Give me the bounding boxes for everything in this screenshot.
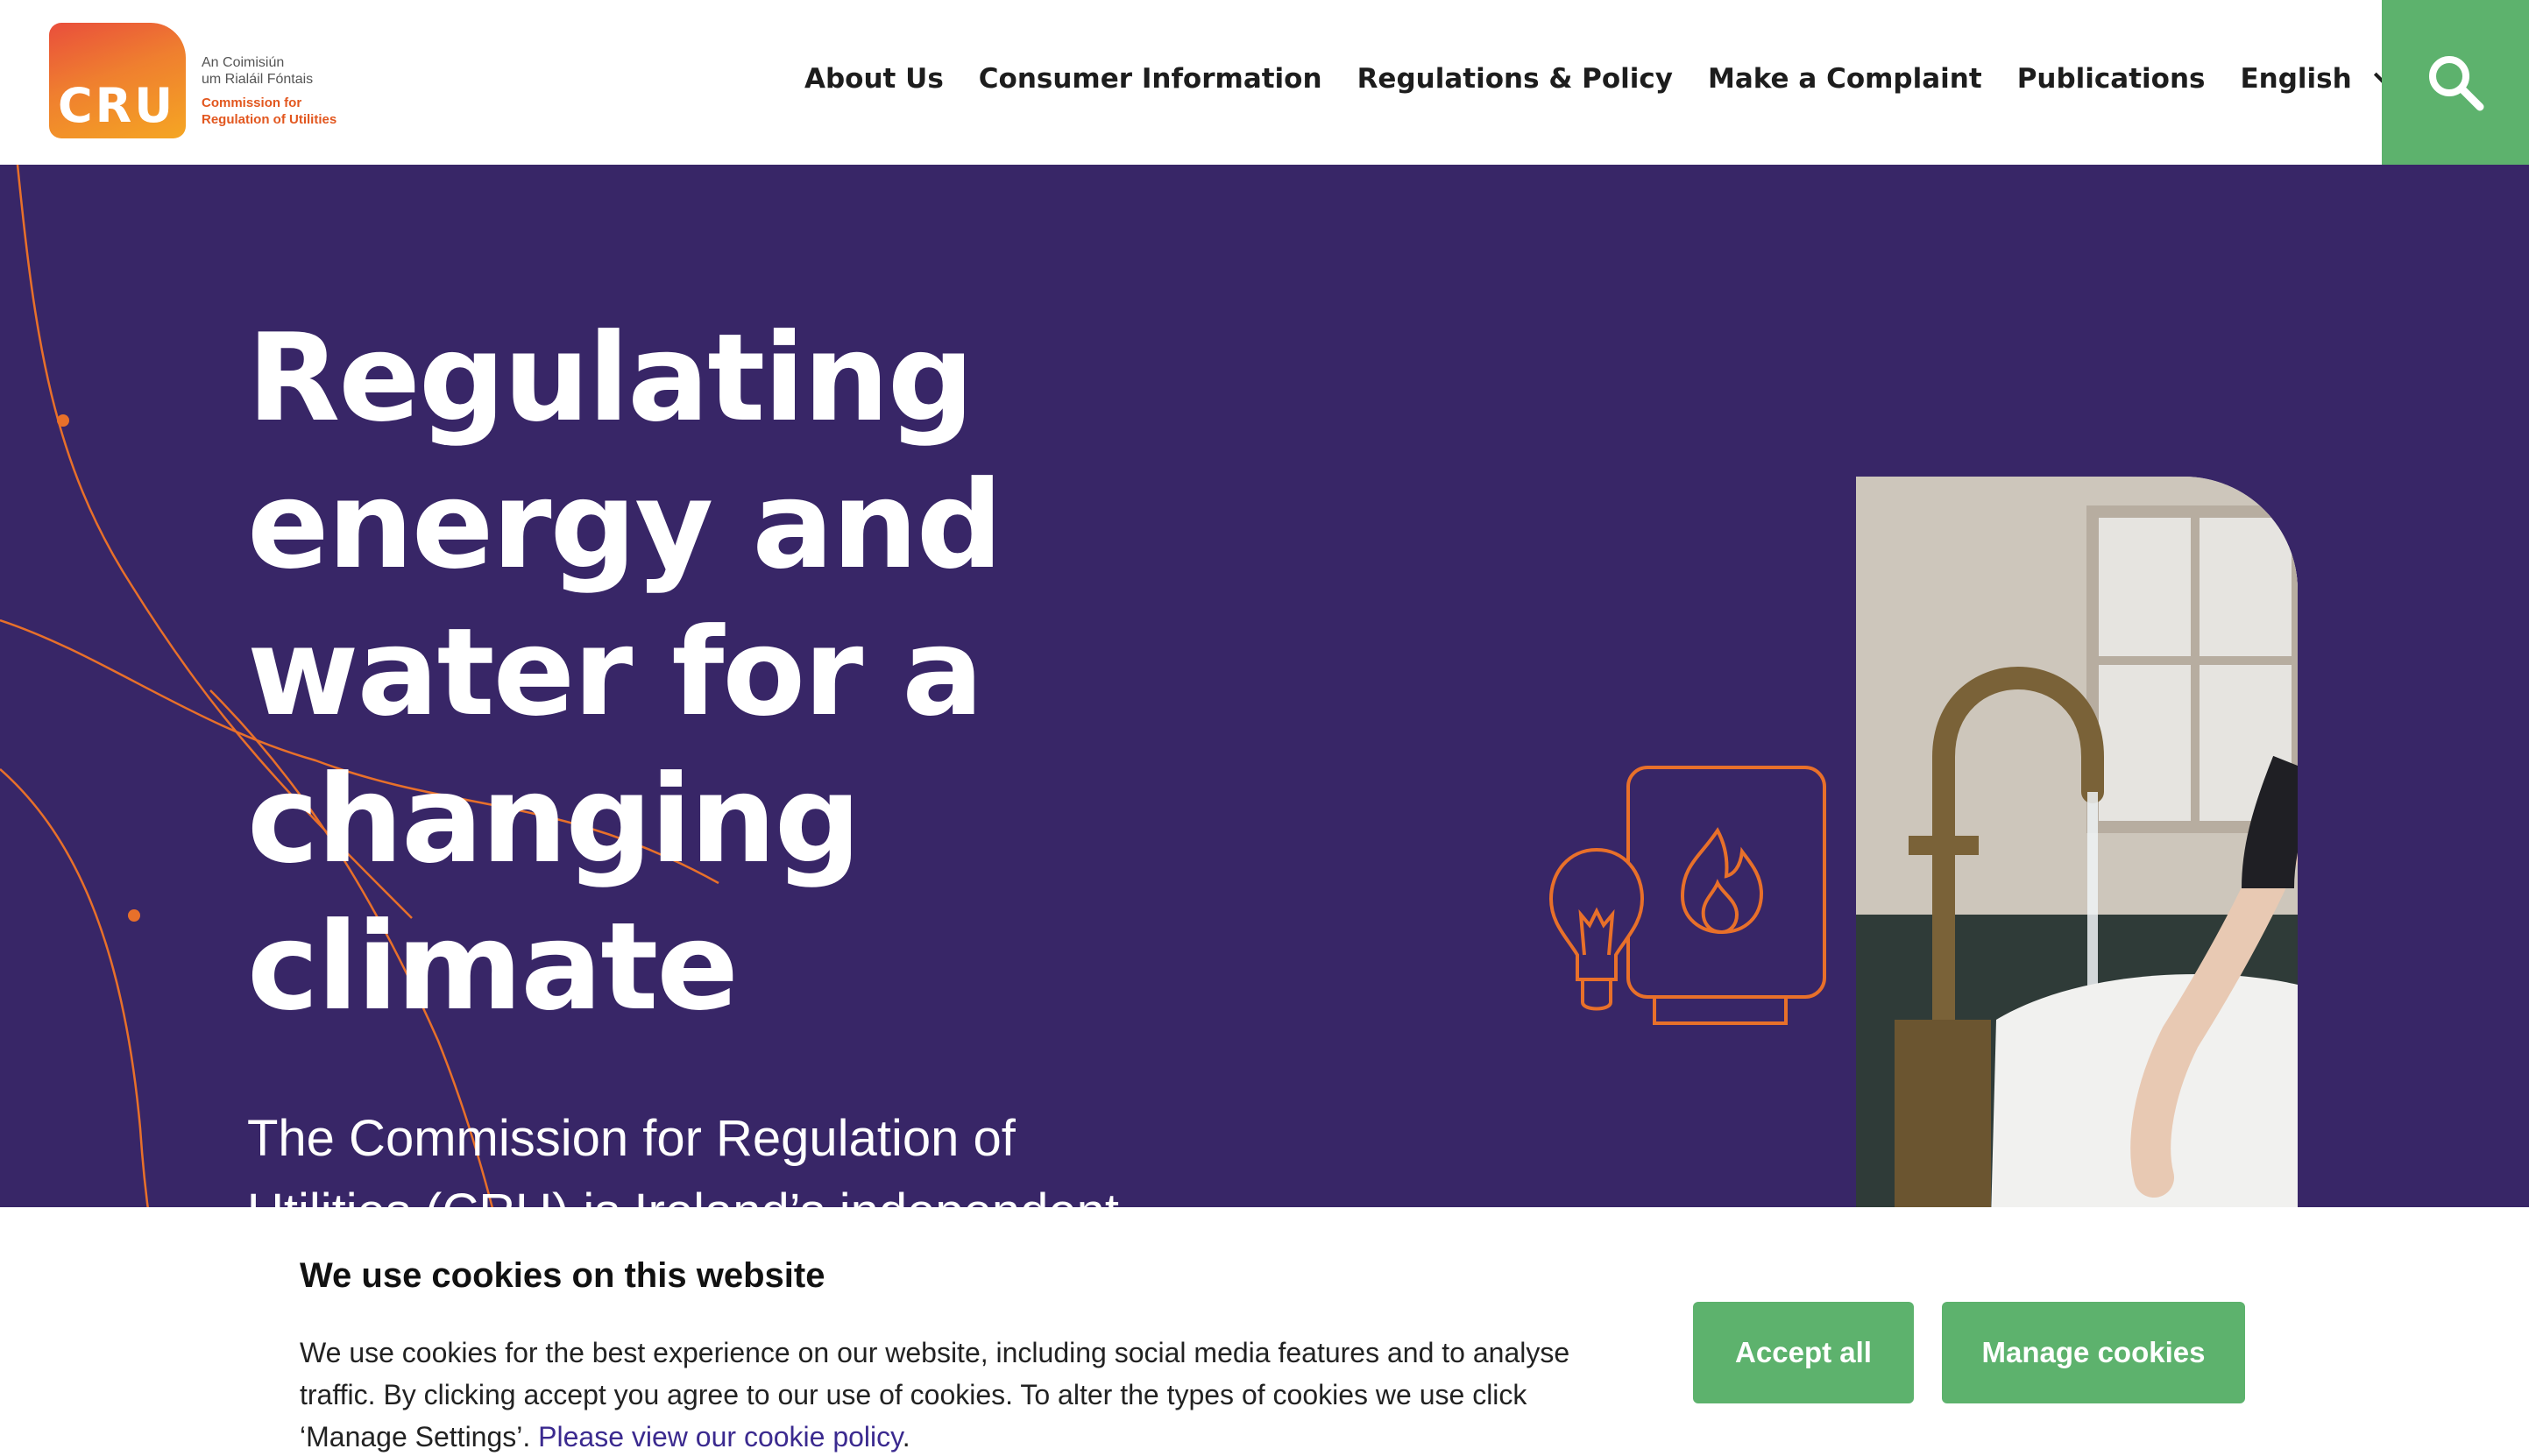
- search-icon: [2429, 56, 2484, 111]
- nav-make-a-complaint[interactable]: Make a Complaint: [1708, 63, 1982, 95]
- hero-description-line: The Commission for Regulation of: [247, 1110, 1016, 1167]
- site-header: CRU An Coimisiún um Rialáil Fóntais Comm…: [0, 0, 2529, 165]
- cookie-banner-body: We use cookies for the best experience o…: [300, 1337, 1570, 1452]
- cru-logo-mark: CRU: [49, 23, 186, 138]
- hero-title-line: changing: [247, 749, 861, 890]
- hero-title-line: climate: [247, 896, 739, 1037]
- cookie-banner: We use cookies on this website We use co…: [0, 1207, 2529, 1456]
- nav-publications[interactable]: Publications: [2017, 63, 2206, 95]
- language-label: English: [2240, 63, 2352, 95]
- manage-cookies-button[interactable]: Manage cookies: [1942, 1302, 2245, 1403]
- nav-consumer-information[interactable]: Consumer Information: [979, 63, 1322, 95]
- logo-english-line-2: Regulation of Utilities: [202, 112, 337, 127]
- nav-about-us[interactable]: About Us: [804, 63, 944, 95]
- logo-irish-line-1: An Coimisiún: [202, 55, 285, 70]
- logo-english-line-1: Commission for: [202, 95, 302, 110]
- boiler-flame-icon: [1626, 766, 1826, 1025]
- cru-logo[interactable]: CRU An Coimisiún um Rialáil Fóntais Comm…: [49, 23, 336, 138]
- logo-mark-text: CRU: [58, 78, 176, 133]
- logo-irish-line-2: um Rialáil Fóntais: [202, 72, 314, 87]
- language-selector[interactable]: English: [2240, 63, 2392, 95]
- hero-title-line: water for a: [247, 602, 983, 743]
- hero-title: Regulating energy and water for a changi…: [247, 305, 1123, 1041]
- hero-title-line: energy and: [247, 455, 1002, 596]
- cookie-policy-link[interactable]: Please view our cookie policy: [538, 1421, 903, 1452]
- cookie-banner-text: We use cookies for the best experience o…: [300, 1332, 1597, 1456]
- cookie-link-suffix: .: [902, 1421, 910, 1452]
- search-button[interactable]: [2382, 0, 2529, 165]
- accept-all-button[interactable]: Accept all: [1693, 1302, 1914, 1403]
- hero-title-line: Regulating: [247, 307, 974, 449]
- logo-text: An Coimisiún um Rialáil Fóntais Commissi…: [202, 54, 336, 128]
- cookie-banner-title: We use cookies on this website: [300, 1256, 825, 1295]
- main-nav: About Us Consumer Information Regulation…: [804, 63, 2392, 95]
- nav-regulations-policy[interactable]: Regulations & Policy: [1357, 63, 1673, 95]
- energy-icons: [1548, 766, 1826, 1025]
